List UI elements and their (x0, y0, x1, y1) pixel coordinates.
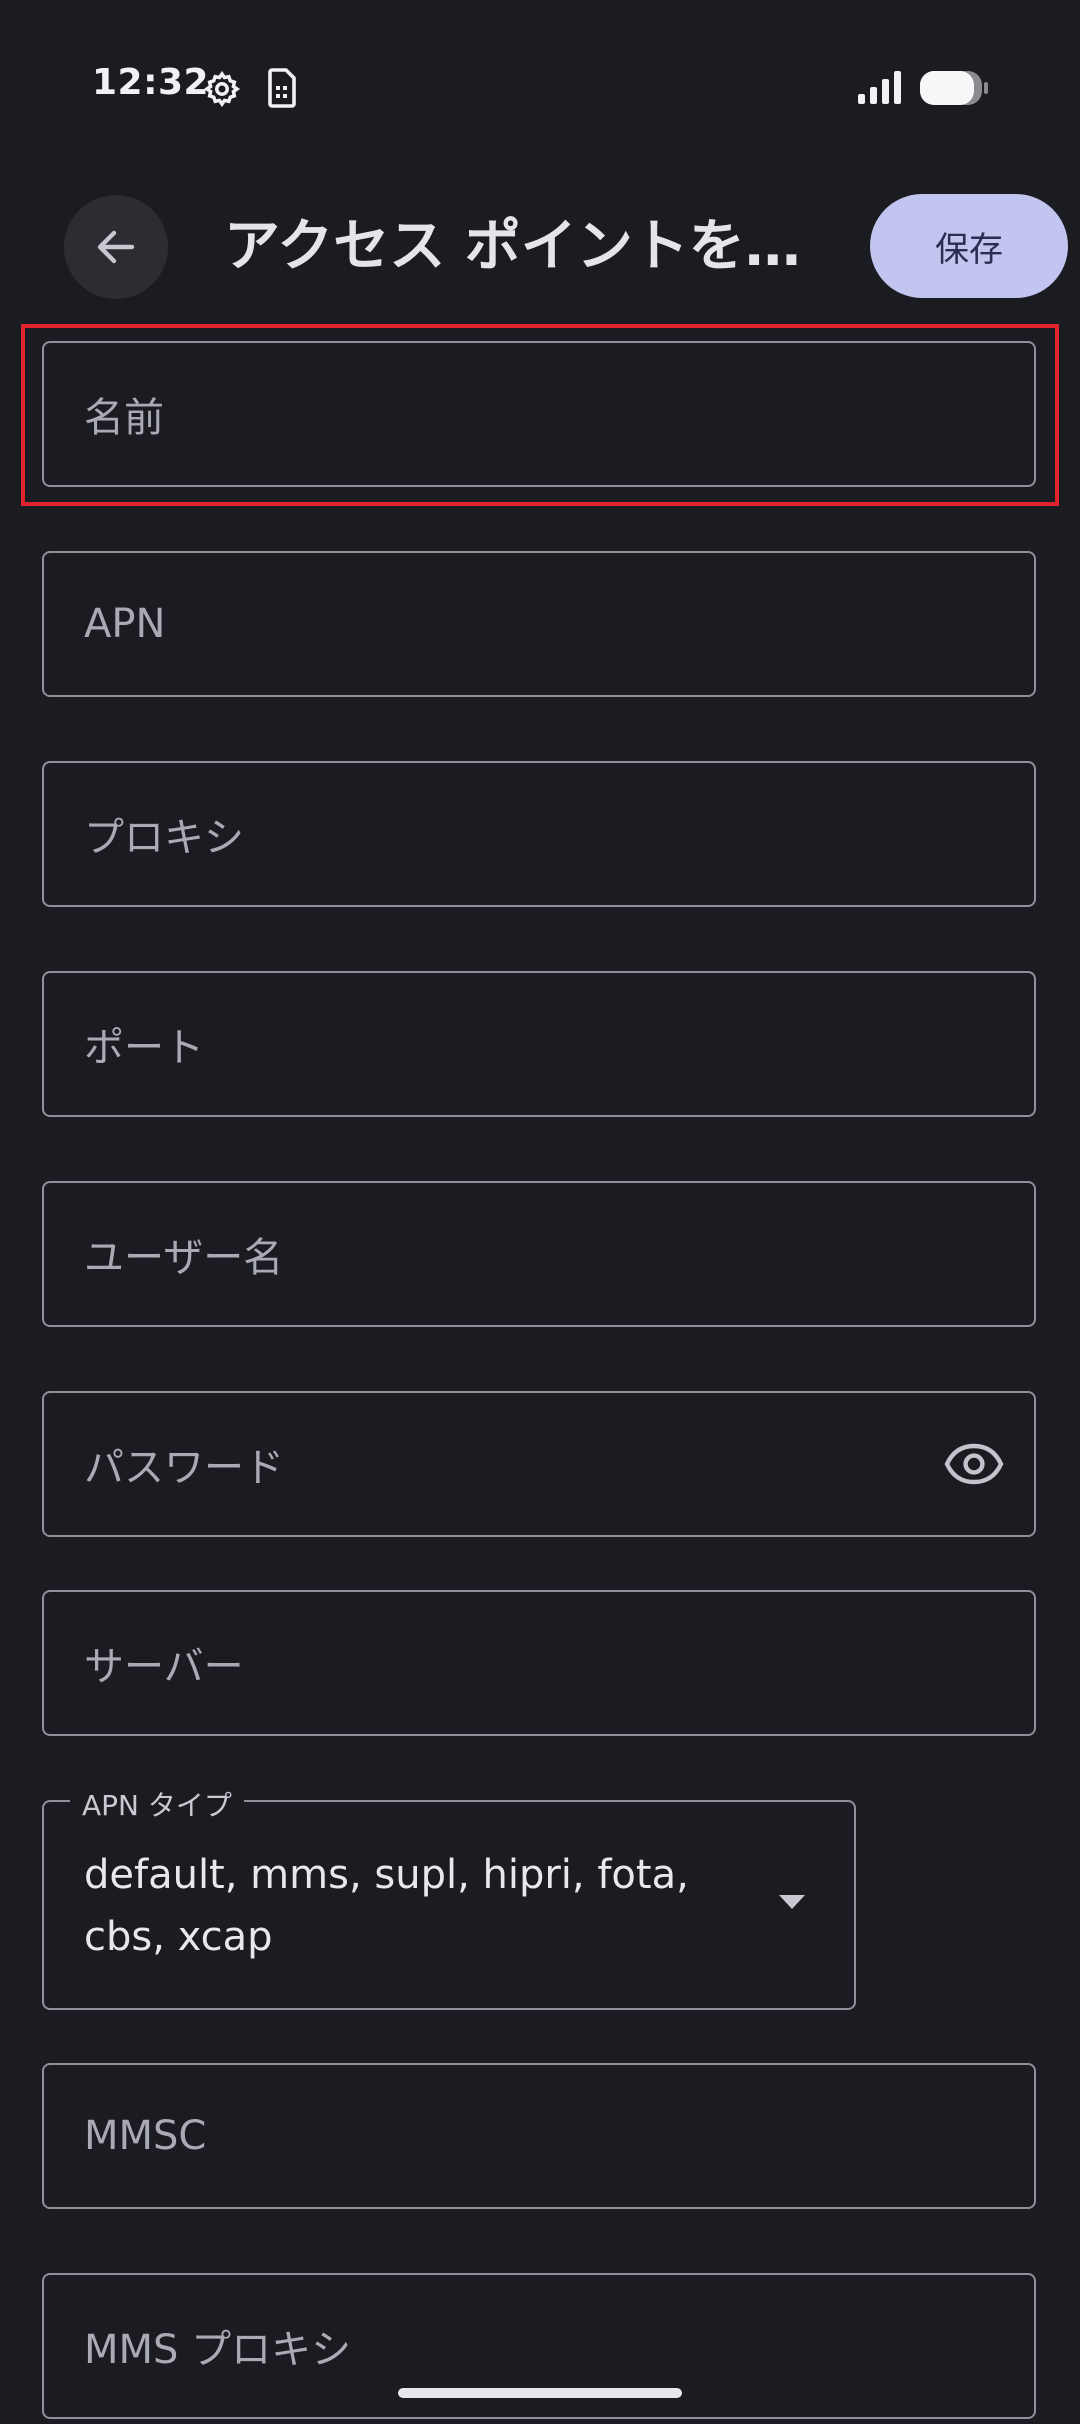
apn-placeholder: APN (84, 601, 166, 647)
password-placeholder: パスワード (84, 1445, 284, 1491)
apn-type-value: default, mms, supl, hipri, fota, cbs, xc… (84, 1852, 689, 1960)
port-placeholder: ポート (84, 1025, 204, 1071)
apn-type-dropdown[interactable]: APN タイプ default, mms, supl, hipri, fota,… (42, 1784, 856, 2010)
apn-type-label: APN タイプ (70, 1784, 244, 1824)
apn-field[interactable]: APN (42, 551, 1036, 697)
home-indicator[interactable] (398, 2388, 682, 2398)
status-time: 12:32 (92, 62, 210, 103)
arrow-left-icon (97, 230, 135, 264)
back-button[interactable] (64, 195, 168, 299)
mms-proxy-placeholder: MMS プロキシ (84, 2327, 352, 2373)
page-title: アクセス ポイントを… (224, 214, 801, 279)
eye-icon[interactable] (944, 1442, 1004, 1486)
name-placeholder: 名前 (84, 395, 164, 441)
mmsc-placeholder: MMSC (84, 2113, 207, 2159)
save-button[interactable]: 保存 (870, 194, 1068, 298)
username-field[interactable]: ユーザー名 (42, 1181, 1036, 1327)
proxy-field[interactable]: プロキシ (42, 761, 1036, 907)
server-field[interactable]: サーバー (42, 1590, 1036, 1736)
signal-icon (858, 71, 901, 104)
port-field[interactable]: ポート (42, 971, 1036, 1117)
name-field[interactable]: 名前 (42, 341, 1036, 487)
proxy-placeholder: プロキシ (84, 815, 244, 861)
username-placeholder: ユーザー名 (84, 1235, 284, 1281)
chevron-down-icon (779, 1895, 805, 1909)
status-bar: 12:32 (0, 0, 1080, 175)
server-placeholder: サーバー (84, 1644, 244, 1690)
gear-icon (203, 70, 241, 108)
battery-icon (920, 71, 988, 105)
mmsc-field[interactable]: MMSC (42, 2063, 1036, 2209)
password-field[interactable]: パスワード (42, 1391, 1036, 1537)
sim-card-icon (268, 68, 296, 108)
